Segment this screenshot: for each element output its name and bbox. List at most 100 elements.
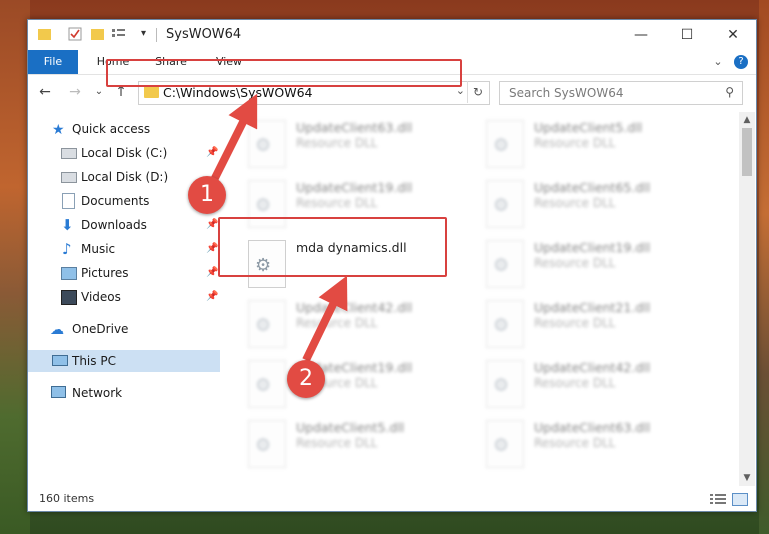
vertical-scrollbar[interactable]: ▲ ▼ <box>739 112 755 486</box>
pin-icon[interactable]: 📌 <box>206 262 218 284</box>
properties-icon[interactable] <box>68 27 82 41</box>
file-type: Resource DLL <box>534 316 616 330</box>
file-list: ⚙ UpdateClient63.dll Resource DLL ⚙ Upda… <box>226 112 738 474</box>
file-item[interactable]: ⚙ UpdateClient5.dll Resource DLL <box>486 120 706 174</box>
dll-file-icon: ⚙ <box>486 120 524 168</box>
file-name: UpdateClient63.dll <box>296 120 413 135</box>
dll-file-icon: ⚙ <box>248 120 286 168</box>
sidebar-item-downloads[interactable]: ⬇ Downloads 📌 <box>28 214 220 236</box>
sidebar-item-music[interactable]: ♪ Music 📌 <box>28 238 220 260</box>
window-title: SysWOW64 <box>166 27 242 42</box>
file-type: Resource DLL <box>534 136 616 150</box>
sidebar-item-videos[interactable]: Videos 📌 <box>28 286 220 308</box>
scroll-thumb[interactable] <box>742 128 752 176</box>
tab-file[interactable]: File <box>28 50 78 74</box>
gear-icon: ⚙ <box>493 135 510 156</box>
drive-icon <box>61 172 77 183</box>
sidebar-item-label: Quick access <box>72 122 151 136</box>
dll-file-icon: ⚙ <box>248 420 286 468</box>
star-icon: ★ <box>52 122 65 138</box>
file-type: Resource DLL <box>534 256 616 270</box>
file-item[interactable]: ⚙ UpdateClient42.dll Resource DLL <box>248 300 468 354</box>
sidebar-item-label: Videos <box>81 290 121 304</box>
maximize-button[interactable]: ☐ <box>664 20 710 50</box>
file-item[interactable]: ⚙ UpdateClient63.dll Resource DLL <box>486 420 706 474</box>
large-icons-view-icon[interactable] <box>732 493 748 506</box>
pin-icon[interactable]: 📌 <box>206 238 218 260</box>
file-type: Resource DLL <box>296 136 378 150</box>
ribbon-expand-icon[interactable]: ⌄ <box>708 50 728 74</box>
pin-icon[interactable]: 📌 <box>206 214 218 236</box>
gear-icon: ⚙ <box>255 315 272 336</box>
file-name: UpdateClient19.dll <box>534 240 651 255</box>
navigation-pane: ★ Quick access Local Disk (C:) 📌 Local D… <box>28 112 220 472</box>
details-view-icon[interactable] <box>710 493 726 505</box>
file-type: Resource DLL <box>296 316 378 330</box>
sidebar-item-local-disk-c[interactable]: Local Disk (C:) 📌 <box>28 142 220 164</box>
sidebar-item-this-pc[interactable]: This PC <box>28 350 220 372</box>
new-folder-icon[interactable] <box>91 29 104 40</box>
sidebar-item-label: This PC <box>72 354 116 368</box>
gear-icon: ⚙ <box>493 255 510 276</box>
pc-icon <box>52 355 68 366</box>
address-path: C:\Windows\SysWOW64 <box>163 85 313 100</box>
folder-icon <box>38 29 51 40</box>
help-badge: ? <box>734 55 748 69</box>
dll-file-icon: ⚙ <box>486 360 524 408</box>
step-badge-2: 2 <box>287 360 325 398</box>
gear-icon: ⚙ <box>493 195 510 216</box>
title-bar: ▾ SysWOW64 — ☐ ✕ <box>28 20 756 50</box>
sidebar-item-pictures[interactable]: Pictures 📌 <box>28 262 220 284</box>
network-icon <box>51 386 66 398</box>
download-icon: ⬇ <box>61 216 74 234</box>
pin-icon[interactable]: 📌 <box>206 142 218 164</box>
scroll-down-icon[interactable]: ▼ <box>739 470 755 486</box>
title-separator <box>156 28 157 42</box>
file-item[interactable]: ⚙ UpdateClient42.dll Resource DLL <box>486 360 706 414</box>
file-name: UpdateClient42.dll <box>296 300 413 315</box>
sidebar-item-onedrive[interactable]: ☁ OneDrive <box>28 318 220 340</box>
customize-toolbar-icon[interactable] <box>112 27 126 41</box>
sidebar-item-label: Network <box>72 386 123 400</box>
chevron-down-icon[interactable]: ▾ <box>141 28 155 42</box>
back-button[interactable]: ← <box>36 83 54 101</box>
search-placeholder: Search SysWOW64 <box>509 86 624 100</box>
pin-icon[interactable]: 📌 <box>206 286 218 308</box>
minimize-button[interactable]: — <box>618 20 664 50</box>
file-type: Resource DLL <box>296 436 378 450</box>
dll-file-icon: ⚙ <box>486 240 524 288</box>
file-name: UpdateClient65.dll <box>534 180 651 195</box>
file-item[interactable]: ⚙ UpdateClient19.dll Resource DLL <box>248 360 468 414</box>
file-item[interactable]: ⚙ UpdateClient5.dll Resource DLL <box>248 420 468 474</box>
status-bar: 160 items <box>28 488 756 510</box>
sidebar-item-network[interactable]: Network <box>28 382 220 404</box>
file-item[interactable]: ⚙ UpdateClient65.dll Resource DLL <box>486 180 706 234</box>
sidebar-item-quick-access[interactable]: ★ Quick access <box>28 118 220 140</box>
sidebar-item-label: Pictures <box>81 266 129 280</box>
gear-icon: ⚙ <box>493 375 510 396</box>
sidebar-item-label: Local Disk (C:) <box>81 146 168 160</box>
file-item[interactable]: ⚙ UpdateClient63.dll Resource DLL <box>248 120 468 174</box>
desktop-wallpaper-left <box>0 0 30 534</box>
address-bar-highlight <box>106 59 462 87</box>
gear-icon: ⚙ <box>493 315 510 336</box>
videos-icon <box>61 290 77 305</box>
refresh-button[interactable]: ↻ <box>467 81 488 103</box>
file-highlight <box>218 217 447 277</box>
file-name: UpdateClient5.dll <box>296 420 405 435</box>
step-badge-1: 1 <box>188 176 226 214</box>
close-button[interactable]: ✕ <box>710 20 756 50</box>
sidebar-item-label: Local Disk (D:) <box>81 170 169 184</box>
gear-icon: ⚙ <box>255 375 272 396</box>
cloud-icon: ☁ <box>50 322 64 338</box>
item-count: 160 items <box>39 492 95 505</box>
forward-button[interactable]: → <box>66 83 84 101</box>
search-input[interactable]: Search SysWOW64 ⚲ <box>499 81 743 105</box>
music-icon: ♪ <box>62 240 72 258</box>
scroll-up-icon[interactable]: ▲ <box>739 112 755 128</box>
dll-file-icon: ⚙ <box>486 180 524 228</box>
file-item[interactable]: ⚙ UpdateClient19.dll Resource DLL <box>486 240 706 294</box>
pictures-icon <box>61 267 77 280</box>
file-item[interactable]: ⚙ UpdateClient21.dll Resource DLL <box>486 300 706 354</box>
help-icon[interactable]: ? <box>734 50 750 74</box>
